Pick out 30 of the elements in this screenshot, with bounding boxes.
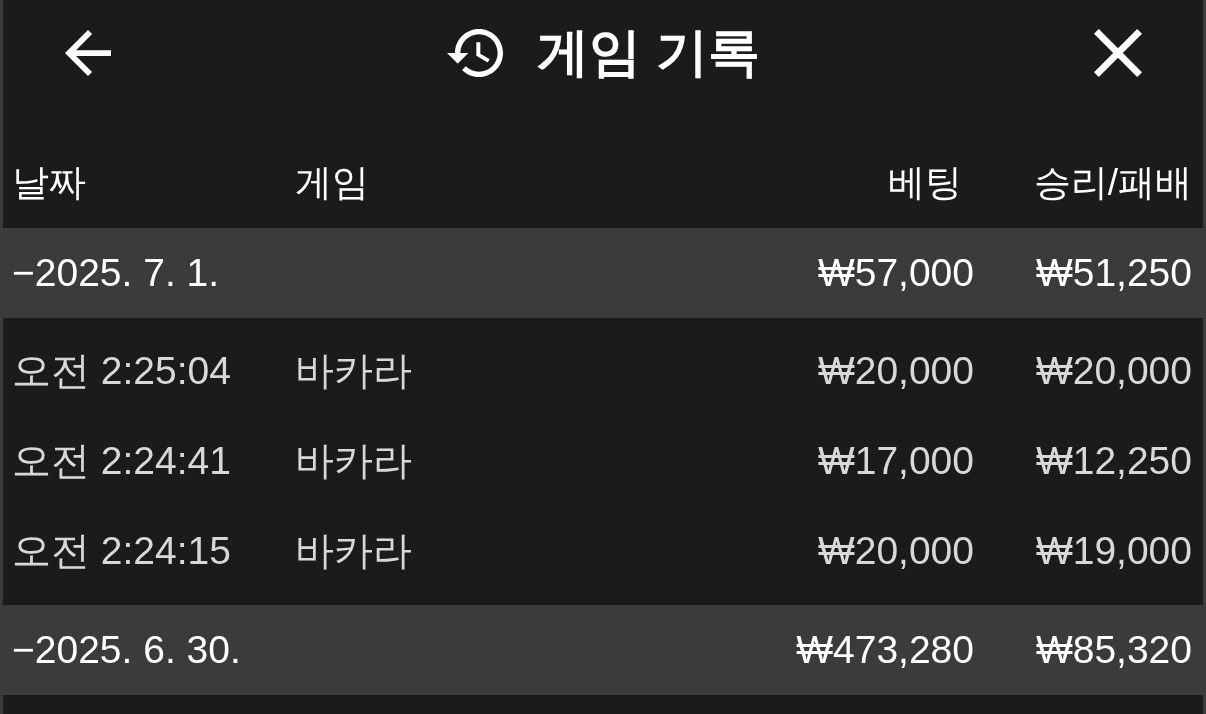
result-amount: ₩12,250	[1035, 439, 1192, 483]
history-clock-icon	[447, 28, 504, 77]
close-icon	[1094, 28, 1142, 77]
date-group-row[interactable]: −2025. 7. 1. ₩57,000 ₩51,250	[3, 228, 1203, 318]
group-date: −2025. 7. 1.	[12, 251, 220, 295]
result-total: ₩51,250	[1035, 251, 1192, 295]
close-button[interactable]	[1094, 28, 1142, 77]
page-title: 게임 기록	[537, 23, 760, 82]
date-group-row[interactable]: −2025. 6. 30. ₩473,280 ₩85,320	[3, 605, 1203, 695]
game-name: 바카라	[295, 528, 412, 574]
game-name: 바카라	[295, 348, 412, 394]
result-total: ₩85,320	[1035, 628, 1192, 672]
bet-amount: ₩17,000	[817, 439, 974, 483]
column-header: 베팅	[888, 161, 963, 205]
back-arrow-icon	[65, 29, 111, 76]
column-header: 승리/패배	[1033, 161, 1192, 205]
back-button[interactable]	[65, 29, 111, 76]
group-date: −2025. 6. 30.	[12, 628, 241, 672]
column-header: 날짜	[12, 161, 86, 205]
column-header: 게임	[295, 161, 369, 205]
game-time: 오전 2:24:15	[12, 528, 231, 574]
bet-total: ₩57,000	[817, 251, 974, 295]
bet-amount: ₩20,000	[817, 529, 974, 573]
game-name: 바카라	[295, 438, 412, 484]
game-time: 오전 2:25:04	[12, 348, 231, 394]
bet-total: ₩473,280	[796, 628, 974, 672]
bet-amount: ₩20,000	[817, 349, 974, 393]
result-amount: ₩19,000	[1035, 529, 1192, 573]
game-time: 오전 2:24:41	[12, 438, 231, 484]
result-amount: ₩20,000	[1035, 349, 1192, 393]
